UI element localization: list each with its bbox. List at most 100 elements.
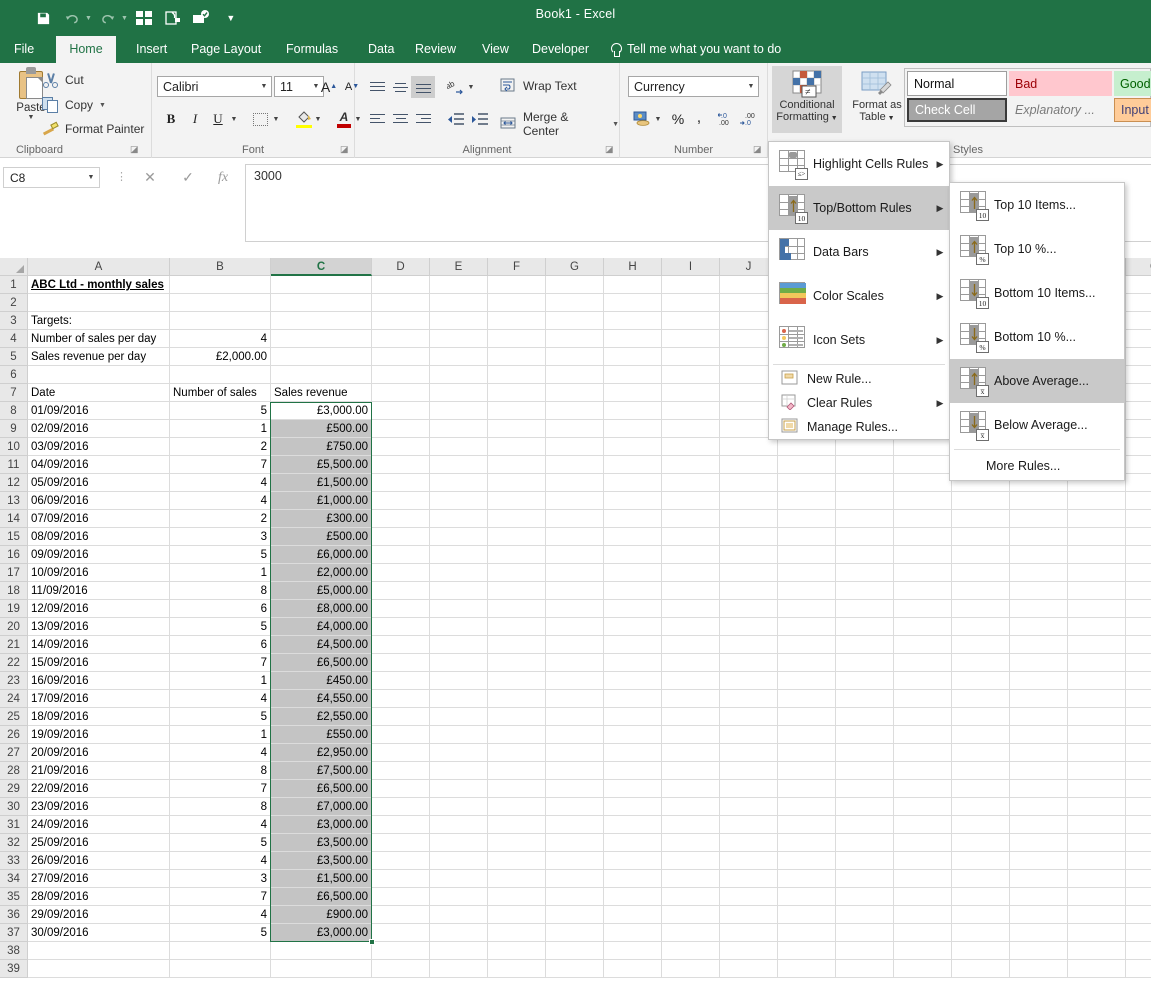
cell-Q8[interactable]: [1126, 402, 1151, 420]
insert-function-button[interactable]: fx: [209, 167, 237, 188]
cell-D17[interactable]: [372, 564, 430, 582]
column-header-i[interactable]: I: [662, 258, 720, 276]
cell-C6[interactable]: [271, 366, 372, 384]
cell-I16[interactable]: [662, 546, 720, 564]
cell-D2[interactable]: [372, 294, 430, 312]
cell-B6[interactable]: [170, 366, 271, 384]
cell-C36[interactable]: £900.00: [271, 906, 372, 924]
align-center-button[interactable]: [388, 108, 412, 130]
tell-me-box[interactable]: Tell me what you want to do: [610, 36, 781, 63]
cell-O22[interactable]: [1010, 654, 1068, 672]
cell-Q38[interactable]: [1126, 942, 1151, 960]
cell-O17[interactable]: [1010, 564, 1068, 582]
cell-A18[interactable]: 11/09/2016: [28, 582, 170, 600]
cell-H29[interactable]: [604, 780, 662, 798]
cell-O20[interactable]: [1010, 618, 1068, 636]
cell-K27[interactable]: [778, 744, 836, 762]
cell-D8[interactable]: [372, 402, 430, 420]
cell-Q23[interactable]: [1126, 672, 1151, 690]
cell-N27[interactable]: [952, 744, 1010, 762]
cell-Q20[interactable]: [1126, 618, 1151, 636]
cell-L38[interactable]: [836, 942, 894, 960]
cell-H9[interactable]: [604, 420, 662, 438]
row-header-26[interactable]: 26: [0, 726, 28, 744]
cell-Q19[interactable]: [1126, 600, 1151, 618]
cell-I24[interactable]: [662, 690, 720, 708]
cell-A10[interactable]: 03/09/2016: [28, 438, 170, 456]
cell-E8[interactable]: [430, 402, 488, 420]
submenu-item-top-10[interactable]: % Top 10 %...: [950, 227, 1124, 271]
cell-B15[interactable]: 3: [170, 528, 271, 546]
cell-D35[interactable]: [372, 888, 430, 906]
cell-J12[interactable]: [720, 474, 778, 492]
cell-M31[interactable]: [894, 816, 952, 834]
column-header-b[interactable]: B: [170, 258, 271, 276]
cell-P19[interactable]: [1068, 600, 1126, 618]
cell-J28[interactable]: [720, 762, 778, 780]
borders-button[interactable]: [249, 108, 271, 130]
cell-D10[interactable]: [372, 438, 430, 456]
cell-K38[interactable]: [778, 942, 836, 960]
cell-I4[interactable]: [662, 330, 720, 348]
wrap-text-button[interactable]: Wrap Text: [500, 78, 577, 94]
cell-D4[interactable]: [372, 330, 430, 348]
cell-O28[interactable]: [1010, 762, 1068, 780]
cell-O38[interactable]: [1010, 942, 1068, 960]
cell-L23[interactable]: [836, 672, 894, 690]
cell-B14[interactable]: 2: [170, 510, 271, 528]
cell-L19[interactable]: [836, 600, 894, 618]
cell-I33[interactable]: [662, 852, 720, 870]
cell-N17[interactable]: [952, 564, 1010, 582]
cell-L29[interactable]: [836, 780, 894, 798]
font-dialog-launcher[interactable]: ◪: [340, 144, 351, 155]
cell-H14[interactable]: [604, 510, 662, 528]
cell-G9[interactable]: [546, 420, 604, 438]
submenu-item-bottom-10[interactable]: % Bottom 10 %...: [950, 315, 1124, 359]
cell-E36[interactable]: [430, 906, 488, 924]
cell-Q24[interactable]: [1126, 690, 1151, 708]
cell-H18[interactable]: [604, 582, 662, 600]
row-header-24[interactable]: 24: [0, 690, 28, 708]
cell-O18[interactable]: [1010, 582, 1068, 600]
cell-O37[interactable]: [1010, 924, 1068, 942]
cell-C2[interactable]: [271, 294, 372, 312]
cell-N34[interactable]: [952, 870, 1010, 888]
row-header-11[interactable]: 11: [0, 456, 28, 474]
row-header-25[interactable]: 25: [0, 708, 28, 726]
menu-item-more-rules[interactable]: More Rules...: [950, 452, 1124, 480]
cell-L27[interactable]: [836, 744, 894, 762]
cell-F37[interactable]: [488, 924, 546, 942]
row-header-19[interactable]: 19: [0, 600, 28, 618]
cell-M13[interactable]: [894, 492, 952, 510]
cell-Q17[interactable]: [1126, 564, 1151, 582]
cell-A36[interactable]: 29/09/2016: [28, 906, 170, 924]
row-header-13[interactable]: 13: [0, 492, 28, 510]
name-box[interactable]: C8 ▼: [3, 167, 100, 188]
cell-I12[interactable]: [662, 474, 720, 492]
cell-E2[interactable]: [430, 294, 488, 312]
cell-H1[interactable]: [604, 276, 662, 294]
cell-O34[interactable]: [1010, 870, 1068, 888]
cell-L36[interactable]: [836, 906, 894, 924]
cell-A22[interactable]: 15/09/2016: [28, 654, 170, 672]
cell-L26[interactable]: [836, 726, 894, 744]
cell-F7[interactable]: [488, 384, 546, 402]
cell-C13[interactable]: £1,000.00: [271, 492, 372, 510]
orientation-dropdown-icon[interactable]: ▼: [465, 76, 477, 98]
chevron-down-icon[interactable]: ▼: [83, 174, 99, 181]
cell-P32[interactable]: [1068, 834, 1126, 852]
cell-N19[interactable]: [952, 600, 1010, 618]
cell-H32[interactable]: [604, 834, 662, 852]
cell-G19[interactable]: [546, 600, 604, 618]
column-header-a[interactable]: A: [28, 258, 170, 276]
cell-I6[interactable]: [662, 366, 720, 384]
cell-H38[interactable]: [604, 942, 662, 960]
cell-B24[interactable]: 4: [170, 690, 271, 708]
cell-P14[interactable]: [1068, 510, 1126, 528]
cell-B11[interactable]: 7: [170, 456, 271, 474]
cell-A2[interactable]: [28, 294, 170, 312]
cell-K34[interactable]: [778, 870, 836, 888]
cell-E14[interactable]: [430, 510, 488, 528]
cell-M28[interactable]: [894, 762, 952, 780]
cell-F39[interactable]: [488, 960, 546, 978]
